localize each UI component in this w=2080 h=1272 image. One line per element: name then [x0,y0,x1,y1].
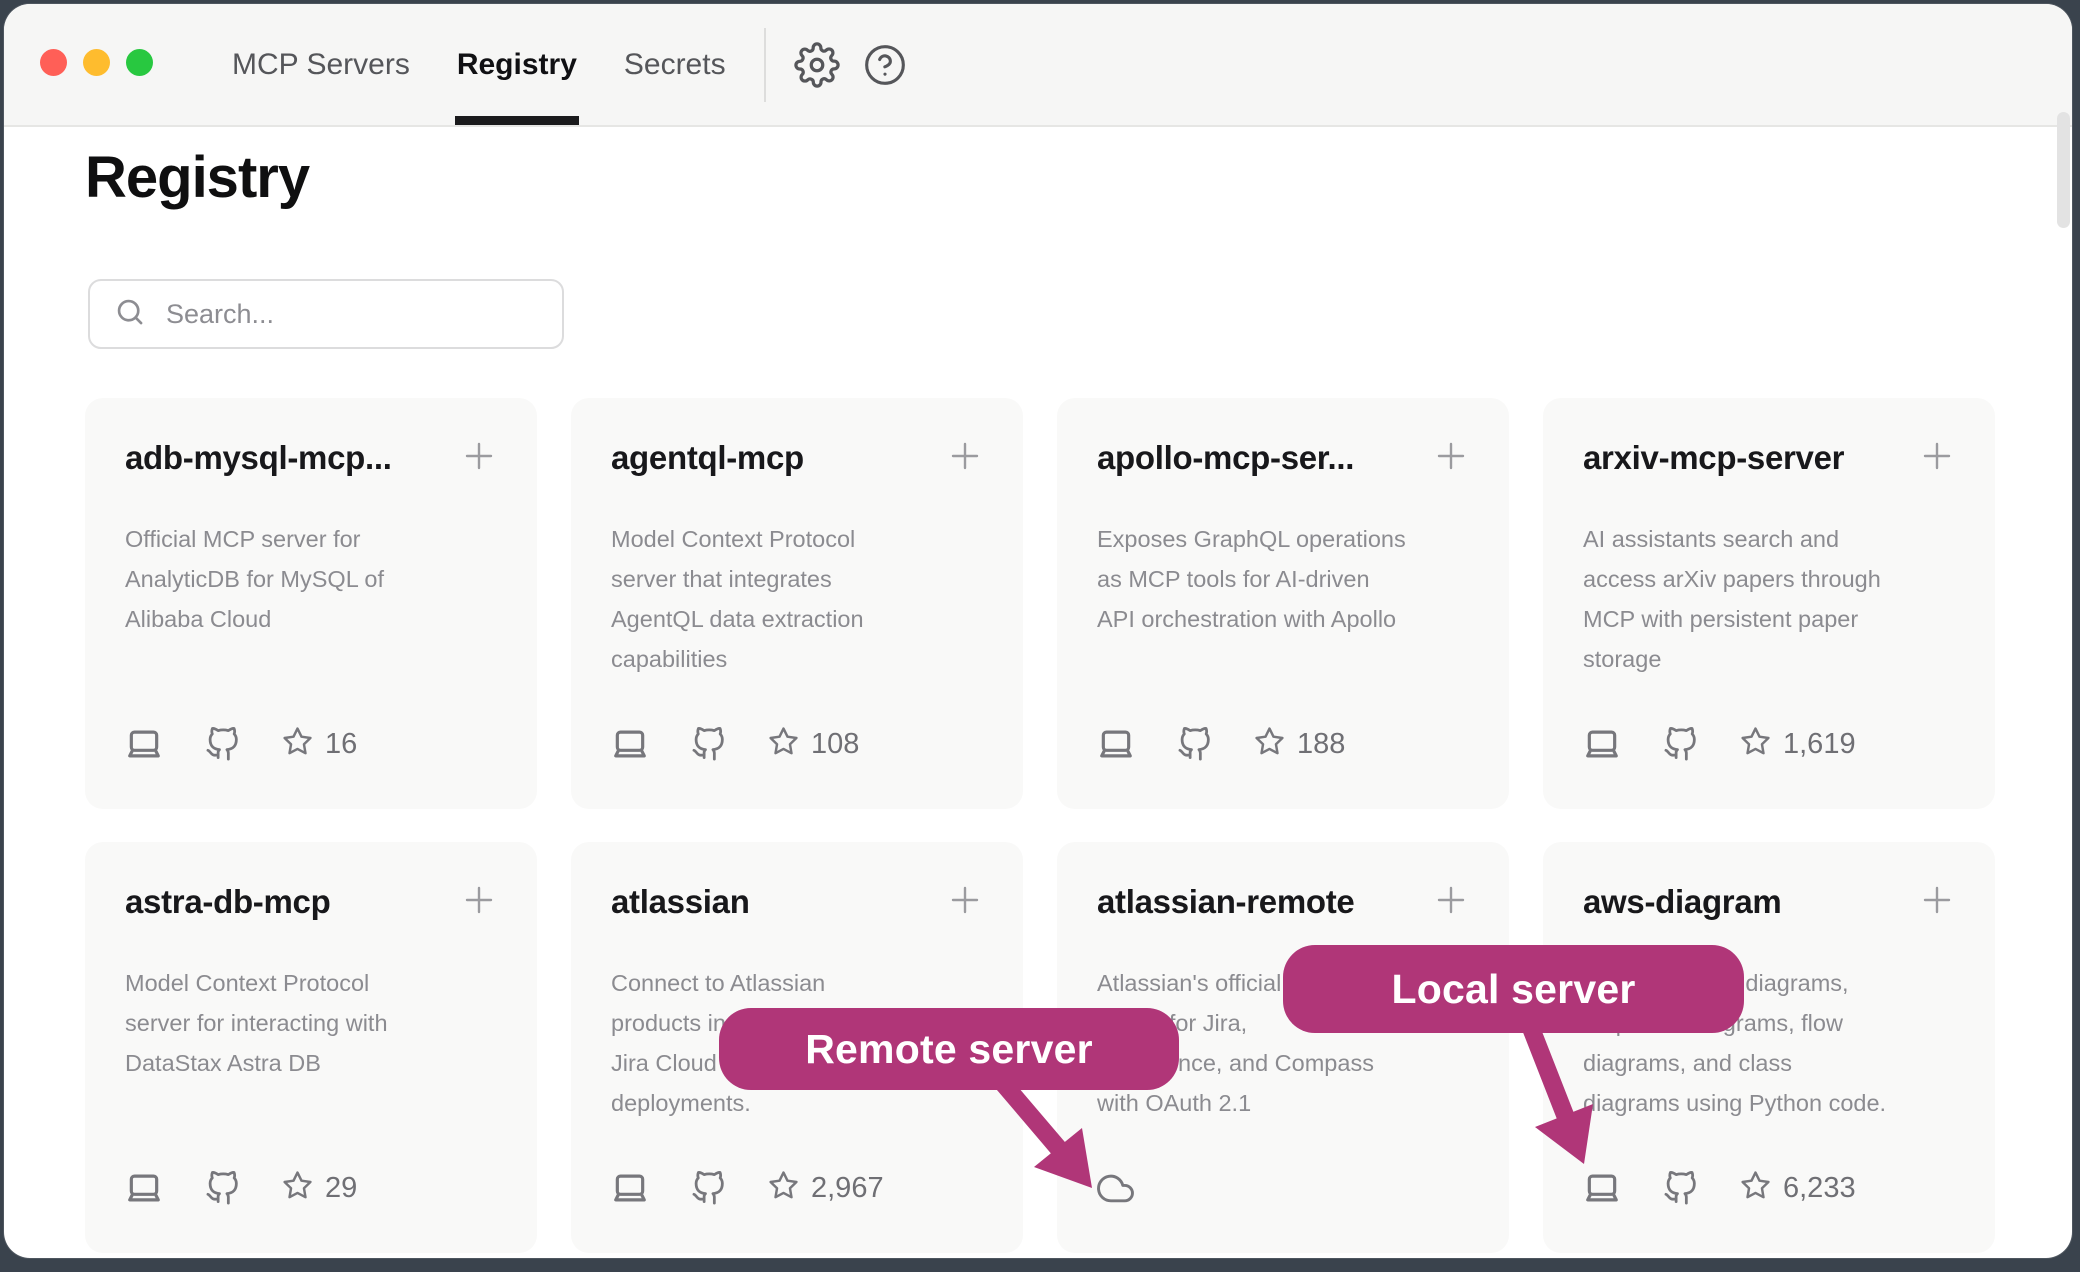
star-count: 16 [325,728,357,761]
nav-tabs: MCP Servers Registry Secrets [232,4,726,125]
add-server-button[interactable] [1919,438,1955,477]
laptop-icon [1583,725,1621,763]
plus-icon [1919,882,1955,921]
help-circle-icon [863,43,907,87]
registry-grid: adb-mysql-mcp... Official MCP server for… [85,398,1995,1253]
github-icon [691,727,726,762]
github-icon [205,727,240,762]
server-card[interactable]: atlassian Connect to Atlassian products … [571,842,1023,1253]
star-icon [768,1170,799,1206]
laptop-icon [611,1169,649,1207]
star-count: 188 [1297,728,1345,761]
plus-icon [1433,438,1469,477]
search-icon [114,296,146,333]
search-input[interactable] [164,298,542,331]
settings-button[interactable] [793,41,841,89]
server-description: Model Context Protocol server for intera… [125,963,497,1083]
tab-mcp-servers[interactable]: MCP Servers [232,4,410,125]
laptop-icon [611,725,649,763]
add-server-button[interactable] [461,438,497,477]
traffic-lights [40,49,153,76]
star-icon [1740,1170,1771,1206]
titlebar: MCP Servers Registry Secrets [4,4,2072,127]
server-name: apollo-mcp-ser... [1097,439,1354,477]
search-box[interactable] [88,279,564,349]
star-count: 1,619 [1783,728,1856,761]
plus-icon [947,438,983,477]
server-description: AI assistants search and access arXiv pa… [1583,519,1955,679]
server-card[interactable]: apollo-mcp-ser... Exposes GraphQL operat… [1057,398,1509,809]
gear-icon [794,42,840,88]
server-name: atlassian [611,883,750,921]
add-server-button[interactable] [1433,882,1469,921]
add-server-button[interactable] [947,882,983,921]
star-count: 6,233 [1783,1172,1856,1205]
tab-registry[interactable]: Registry [457,4,577,125]
laptop-icon [125,725,163,763]
laptop-icon [1097,725,1135,763]
zoom-window-button[interactable] [126,49,153,76]
server-description: Exposes GraphQL operations as MCP tools … [1097,519,1469,639]
star-icon [768,726,799,762]
star-icon [282,726,313,762]
server-card[interactable]: aws-diagram Generate AWS diagrams, seque… [1543,842,1995,1253]
star-count: 108 [811,728,859,761]
server-card[interactable]: atlassian-remote Atlassian's official MC… [1057,842,1509,1253]
server-name: agentql-mcp [611,439,804,477]
plus-icon [461,438,497,477]
server-name: atlassian-remote [1097,883,1354,921]
server-description: Official MCP server for AnalyticDB for M… [125,519,497,639]
close-window-button[interactable] [40,49,67,76]
star-count: 2,967 [811,1172,884,1205]
server-description: Generate AWS diagrams, sequence diagrams… [1583,963,1955,1123]
star-icon [1254,726,1285,762]
add-server-button[interactable] [1433,438,1469,477]
app-window: MCP Servers Registry Secrets Registry ad… [4,4,2072,1258]
server-description: Atlassian's official MCP server for Jira… [1097,963,1469,1123]
add-server-button[interactable] [1919,882,1955,921]
plus-icon [947,882,983,921]
server-description: Connect to Atlassian products including … [611,963,983,1123]
laptop-icon [1583,1169,1621,1207]
plus-icon [461,882,497,921]
minimize-window-button[interactable] [83,49,110,76]
server-description: Model Context Protocol server that integ… [611,519,983,679]
plus-icon [1919,438,1955,477]
page-title: Registry [85,144,309,211]
server-name: adb-mysql-mcp... [125,439,392,477]
server-card[interactable]: arxiv-mcp-server AI assistants search an… [1543,398,1995,809]
add-server-button[interactable] [461,882,497,921]
star-icon [1740,726,1771,762]
tab-secrets[interactable]: Secrets [624,4,726,125]
server-name: aws-diagram [1583,883,1781,921]
laptop-icon [125,1169,163,1207]
server-card[interactable]: astra-db-mcp Model Context Protocol serv… [85,842,537,1253]
server-card[interactable]: agentql-mcp Model Context Protocol serve… [571,398,1023,809]
scrollbar-thumb[interactable] [2057,112,2070,228]
server-name: arxiv-mcp-server [1583,439,1844,477]
github-icon [1663,1171,1698,1206]
help-button[interactable] [861,41,909,89]
server-name: astra-db-mcp [125,883,330,921]
github-icon [1663,727,1698,762]
add-server-button[interactable] [947,438,983,477]
titlebar-divider [764,28,766,102]
github-icon [205,1171,240,1206]
github-icon [1177,727,1212,762]
cloud-icon [1097,1170,1134,1207]
plus-icon [1433,882,1469,921]
server-card[interactable]: adb-mysql-mcp... Official MCP server for… [85,398,537,809]
star-icon [282,1170,313,1206]
github-icon [691,1171,726,1206]
star-count: 29 [325,1172,357,1205]
